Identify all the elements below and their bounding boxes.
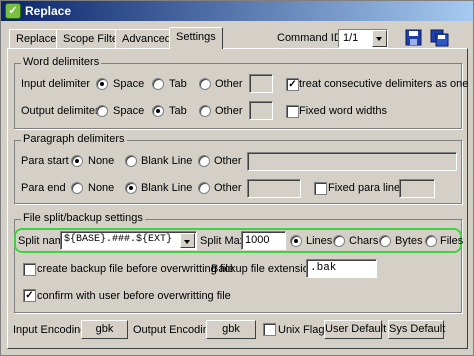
notepad-icon: ✓ (5, 3, 21, 19)
user-default-button[interactable]: User Default (324, 320, 386, 339)
output-encoding-button[interactable]: gbk (206, 320, 256, 339)
chevron-down-icon[interactable] (372, 30, 387, 47)
radio-label: Other (214, 155, 242, 167)
consecutive-checkbox[interactable]: ✓ (286, 78, 299, 91)
para-start-label: Para start (21, 155, 69, 167)
unix-flag-label: Unix Flag (278, 324, 325, 336)
para-end-label: Para end (21, 182, 66, 194)
split-chars-radio[interactable] (333, 235, 345, 247)
radio-label: Blank Line (141, 155, 193, 167)
input-tab-radio[interactable] (152, 78, 164, 90)
window-title: Replace (25, 4, 72, 18)
fixed-para-lines-checkbox[interactable] (314, 182, 327, 195)
fixed-para-lines-field[interactable] (399, 179, 435, 198)
backup-extension-field[interactable]: .bak (306, 259, 377, 278)
save-disk-icon[interactable] (404, 29, 424, 47)
split-bytes-radio[interactable] (379, 235, 391, 247)
para-start-other-radio[interactable] (198, 155, 210, 167)
tab-label: Replace (16, 33, 57, 45)
split-name-value: ${BASE}.###.${EXT} (64, 234, 173, 245)
split-lines-radio[interactable] (290, 235, 302, 247)
radio-label: Space (113, 105, 145, 117)
split-name-combo[interactable]: ${BASE}.###.${EXT} (60, 231, 197, 250)
replace-window: ✓ Replace Replace Scope Filter Advanced … (0, 0, 474, 356)
radio-label: None (88, 155, 115, 167)
tab-label: Settings (176, 31, 216, 43)
para-start-none-radio[interactable] (71, 155, 83, 167)
group-title: Paragraph delimiters (21, 133, 127, 145)
input-other-field[interactable] (249, 74, 273, 93)
group-title: Word delimiters (21, 56, 102, 68)
output-other-field[interactable] (249, 101, 273, 120)
word-delimiters-group: Word delimiters (14, 56, 462, 129)
radio-label: None (88, 182, 115, 194)
para-end-other-field[interactable] (247, 179, 301, 198)
para-start-blank-radio[interactable] (125, 155, 137, 167)
fixed-word-widths-label: Fixed word widths (299, 105, 388, 117)
radio-label: Files (440, 235, 464, 247)
radio-label: Other (215, 78, 243, 90)
radio-label: Tab (169, 78, 187, 90)
input-other-radio[interactable] (199, 78, 211, 90)
consecutive-label: treat consecutive delimiters as one (299, 78, 469, 90)
create-backup-checkbox[interactable] (23, 263, 36, 276)
paragraph-delimiters-group: Paragraph delimiters (14, 133, 462, 204)
tab-label: Scope Filter (63, 33, 122, 45)
output-tab-radio[interactable] (152, 105, 164, 117)
radio-label: Chars (349, 235, 379, 247)
input-space-radio[interactable] (96, 78, 108, 90)
output-other-radio[interactable] (199, 105, 211, 117)
para-end-none-radio[interactable] (71, 182, 83, 194)
output-delimiter-label: Output delimiter (21, 105, 99, 117)
split-files-radio[interactable] (425, 235, 437, 247)
group-title: File split/backup settings (21, 212, 145, 224)
radio-label: Tab (169, 105, 187, 117)
radio-label: Blank Line (141, 182, 193, 194)
para-end-other-radio[interactable] (198, 182, 210, 194)
input-encoding-label: Input Encoding: (13, 324, 90, 336)
confirm-overwrite-checkbox[interactable]: ✓ (23, 289, 36, 302)
input-delimiter-label: Input delimiter (21, 78, 91, 90)
tab-settings[interactable]: Settings (169, 27, 223, 49)
radio-label: Lines (306, 235, 333, 247)
chevron-down-icon[interactable] (180, 233, 195, 248)
radio-label: Space (113, 78, 145, 90)
radio-label: Other (215, 105, 243, 117)
tab-label: Advanced (122, 33, 171, 45)
command-id-select[interactable]: 1/1 (338, 29, 388, 48)
output-space-radio[interactable] (96, 105, 108, 117)
fixed-word-widths-checkbox[interactable] (286, 105, 299, 118)
create-backup-label: create backup file before overwritting f… (37, 263, 234, 275)
title-bar[interactable]: ✓ Replace (1, 1, 473, 21)
sys-default-button[interactable]: Sys Default (388, 320, 445, 339)
input-encoding-button[interactable]: gbk (81, 320, 128, 339)
radio-label: Bytes (395, 235, 423, 247)
fixed-para-lines-label: Fixed para lines (328, 182, 406, 194)
save-all-icon[interactable] (430, 29, 450, 47)
para-end-blank-radio[interactable] (125, 182, 137, 194)
para-start-other-field[interactable] (247, 152, 457, 171)
radio-label: Other (214, 182, 242, 194)
confirm-overwrite-label: confirm with user before overwritting fi… (37, 290, 231, 302)
unix-flag-checkbox[interactable] (263, 323, 276, 336)
backup-extension-label: Backup file extension: (211, 263, 319, 275)
command-id-value: 1/1 (343, 32, 359, 44)
split-max-field[interactable]: 1000 (241, 231, 286, 250)
